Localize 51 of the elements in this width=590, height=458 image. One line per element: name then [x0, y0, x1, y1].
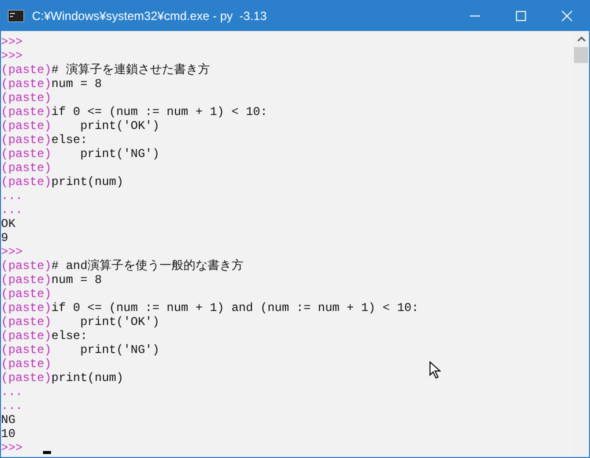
code-text: if 0 <= (num := num + 1) and (num := num + 1) < 10:: [51, 301, 419, 315]
code-text: # 演算子を連鎖させた書き方: [51, 63, 210, 77]
window-title: C:¥Windows¥system32¥cmd.exe - py -3.13: [32, 8, 267, 22]
pointer-icon: [429, 361, 441, 379]
prompt: ...: [1, 203, 23, 217]
prompt: (paste): [1, 329, 52, 343]
prompt: (paste): [1, 77, 52, 91]
prompt: (paste): [1, 63, 52, 77]
scroll-up-icon[interactable]: [576, 36, 586, 42]
code-text: OK: [1, 217, 16, 231]
code-text: num = 8: [51, 77, 102, 91]
prompt: (paste): [1, 343, 52, 357]
prompt: (paste): [1, 119, 52, 133]
prompt: (paste): [1, 357, 52, 371]
prompt: (paste): [1, 315, 52, 329]
close-icon[interactable]: [561, 10, 573, 22]
prompt: (paste): [1, 91, 52, 105]
code-text: 10: [1, 427, 16, 441]
prompt: (paste): [1, 105, 52, 119]
code-text: else:: [51, 329, 88, 343]
prompt: (paste): [1, 259, 52, 273]
code-text: print('OK'): [79, 315, 160, 329]
prompt: ...: [1, 399, 23, 413]
code-text: print('OK'): [79, 119, 160, 133]
prompt: (paste): [1, 133, 52, 147]
code-text: if 0 <= (num := num + 1) < 10:: [51, 105, 268, 119]
scroll-thumb[interactable]: [574, 47, 588, 63]
code-text: else:: [51, 133, 88, 147]
prompt: (paste): [1, 147, 52, 161]
prompt: (paste): [1, 161, 52, 175]
code-text: print(num): [51, 175, 124, 189]
console-icon: [8, 10, 24, 22]
prompt: ...: [1, 189, 23, 203]
prompt: (paste): [1, 287, 52, 301]
code-text: NG: [1, 413, 16, 427]
code-text: # and演算子を使う一般的な書き方: [51, 259, 244, 273]
prompt: (paste): [1, 301, 52, 315]
prompt: >>>: [1, 441, 23, 455]
prompt: >>>: [1, 35, 23, 49]
maximize-icon[interactable]: [515, 10, 527, 22]
prompt: (paste): [1, 273, 52, 287]
prompt: ...: [1, 385, 23, 399]
code-text: print('NG'): [79, 147, 160, 161]
prompt: >>>: [1, 245, 23, 259]
code-text: print(num): [51, 371, 124, 385]
prompt: (paste): [1, 175, 52, 189]
code-text: print('NG'): [79, 343, 160, 357]
prompt: >>>: [1, 49, 23, 63]
code-text: num = 8: [51, 273, 102, 287]
prompt: (paste): [1, 371, 52, 385]
code-text: 9: [1, 231, 8, 245]
